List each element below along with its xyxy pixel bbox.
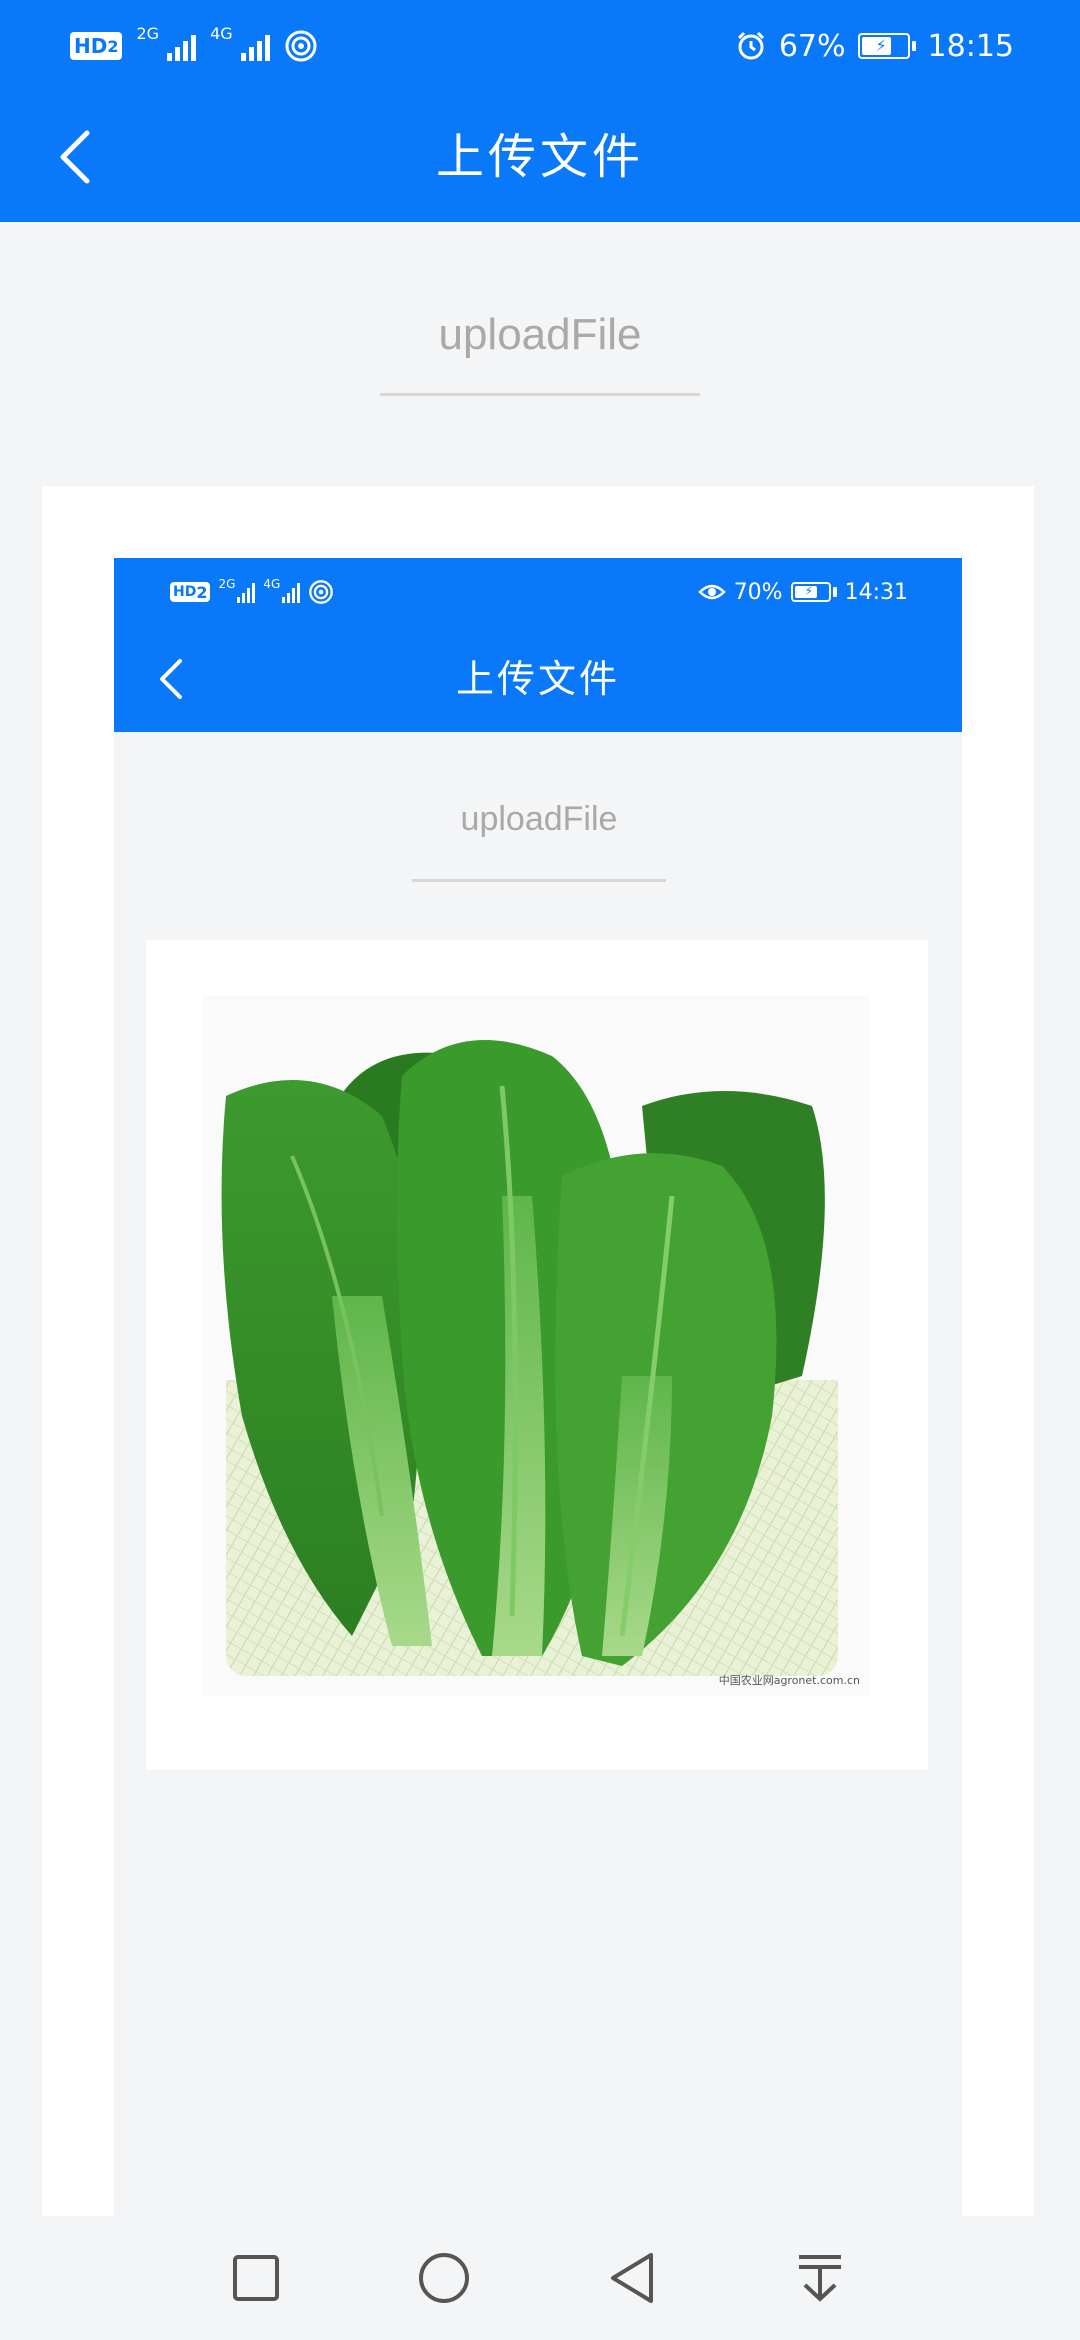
app-header: 上传文件 xyxy=(0,92,1080,222)
eye-icon xyxy=(697,584,726,600)
system-nav-bar xyxy=(0,2216,1080,2340)
preview-status-bar: HD 2 2G 4G 70% ⚡ 14:31 xyxy=(114,558,962,626)
hd-badge: HD 2 xyxy=(170,582,211,602)
clock: 14:31 xyxy=(844,579,908,605)
status-bar-right: 67% ⚡ 18:15 xyxy=(735,24,1014,68)
signal-icon xyxy=(282,581,301,603)
preview-status-left: HD 2 2G 4G xyxy=(170,574,334,610)
uploaded-image-preview[interactable]: HD 2 2G 4G 70% ⚡ 14:31 上传文件 uploadFile 中… xyxy=(114,558,962,2256)
battery-icon: ⚡ xyxy=(857,33,916,59)
hd-badge: HD 2 xyxy=(70,32,123,60)
back-nav-button[interactable] xyxy=(602,2248,662,2308)
preview-image-card: 中国农业网agronet.com.cn xyxy=(146,940,928,1770)
photo-watermark: 中国农业网agronet.com.cn xyxy=(718,1674,860,1687)
preview-upload-field: uploadFile xyxy=(412,786,666,882)
preview-status-right: 70% ⚡ 14:31 xyxy=(697,574,908,610)
home-button[interactable] xyxy=(414,2248,474,2308)
signal-icon xyxy=(237,581,256,603)
status-bar-left: HD 2 2G 4G xyxy=(70,24,318,68)
alarm-icon xyxy=(737,31,764,60)
upload-file-field[interactable]: uploadFile xyxy=(380,300,700,396)
recents-button[interactable] xyxy=(226,2248,286,2308)
circle-icon xyxy=(419,2253,469,2303)
pull-down-icon xyxy=(799,2255,841,2302)
bok-choy-photo: 中国农业网agronet.com.cn xyxy=(202,996,870,1696)
signal-icon xyxy=(240,31,270,61)
battery-level: 67% xyxy=(778,28,846,64)
network-2g-label: 2G xyxy=(218,577,236,591)
status-bar: HD 2 2G 4G 67% ⚡ 18:15 xyxy=(0,0,1080,92)
hotspot-icon xyxy=(309,580,334,604)
battery-icon: ⚡ xyxy=(790,582,837,602)
square-icon xyxy=(233,2255,279,2301)
bok-choy-illustration xyxy=(221,1020,838,1676)
network-4g-label: 4G xyxy=(263,577,281,591)
network-2g-label: 2G xyxy=(136,24,160,43)
notifications-button[interactable] xyxy=(790,2248,850,2308)
hotspot-icon xyxy=(285,30,317,62)
network-4g-label: 4G xyxy=(210,24,233,43)
preview-header: 上传文件 xyxy=(114,626,962,732)
battery-level: 70% xyxy=(733,579,783,605)
triangle-back-icon xyxy=(611,2253,653,2303)
signal-icon xyxy=(167,31,197,61)
page-title: 上传文件 xyxy=(435,129,644,185)
preview-page-title: 上传文件 xyxy=(455,657,620,701)
preview-card: HD 2 2G 4G 70% ⚡ 14:31 上传文件 uploadFile 中… xyxy=(42,486,1034,2256)
clock: 18:15 xyxy=(927,28,1014,64)
